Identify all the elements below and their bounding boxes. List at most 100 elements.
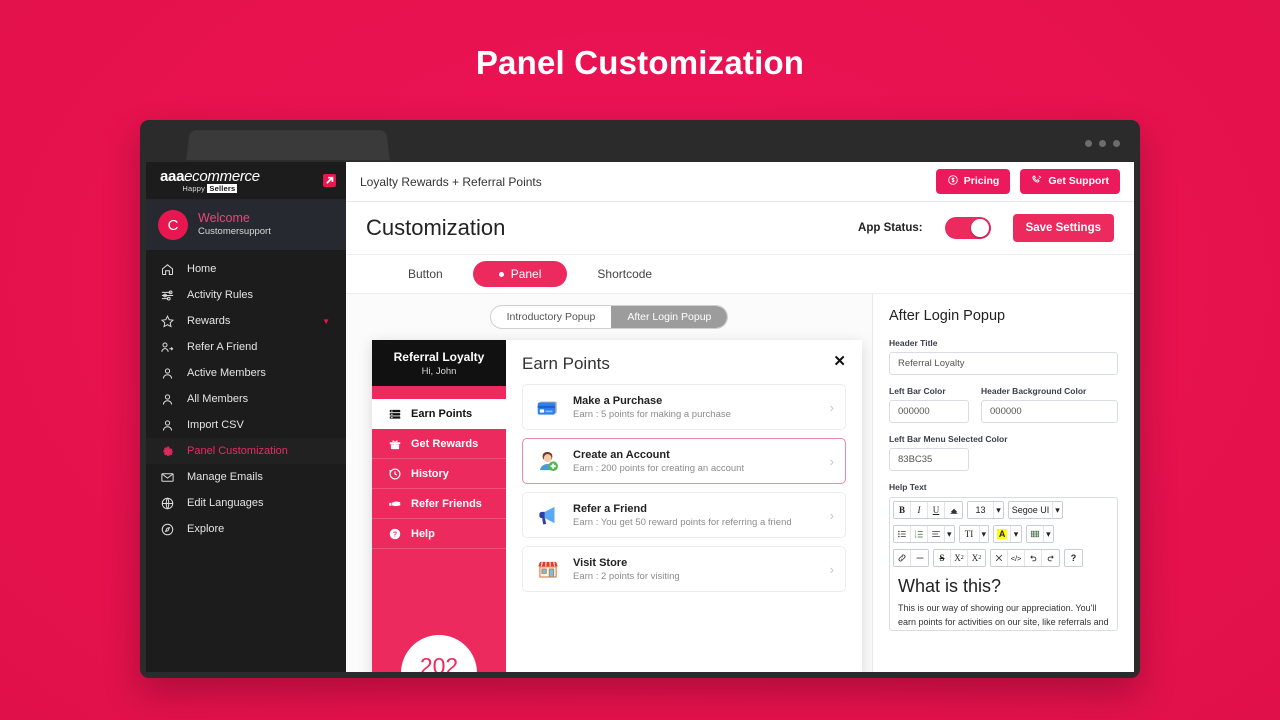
browser-window-controls[interactable] bbox=[1085, 140, 1120, 147]
sidebar-logo[interactable]: aaaecommerce Happy Sellers bbox=[146, 162, 346, 200]
sidebar-item-label: Edit Languages bbox=[187, 497, 264, 509]
chevron-right-icon: › bbox=[829, 453, 834, 469]
rich-text-editor: B I U 13 ▾ Segoe UI ▾ 1 2 3 ▾ TI ▾ A ▾ ▾… bbox=[889, 497, 1118, 631]
undo-icon[interactable] bbox=[1025, 550, 1042, 566]
save-settings-button[interactable]: Save Settings bbox=[1012, 214, 1114, 242]
sidebar-user-block[interactable]: C Welcome Customersupport bbox=[146, 200, 346, 250]
chevron-down-icon: ▾ bbox=[994, 502, 1003, 518]
align-icon[interactable] bbox=[928, 526, 945, 542]
editor-insert-group bbox=[893, 549, 929, 567]
editor-content[interactable]: What is this? This is our way of showing… bbox=[890, 570, 1117, 630]
header-bg-color-input[interactable]: 000000 bbox=[981, 400, 1118, 423]
close-icon[interactable]: ✕ bbox=[833, 354, 846, 369]
header-title-label: Header Title bbox=[889, 338, 938, 348]
sidebar-item-edit-languages[interactable]: Edit Languages bbox=[146, 490, 346, 516]
segment-after-login-popup[interactable]: After Login Popup bbox=[611, 306, 728, 328]
get-support-button[interactable]: Get Support bbox=[1020, 169, 1120, 194]
star-icon bbox=[160, 314, 175, 329]
chevron-down-icon[interactable]: ▼ bbox=[322, 317, 330, 326]
sidebar-item-rewards[interactable]: Rewards ▼ bbox=[146, 308, 346, 334]
clear-format-icon[interactable] bbox=[991, 550, 1008, 566]
sidebar-item-label: Activity Rules bbox=[187, 289, 254, 301]
popup-content-title: Earn Points bbox=[522, 354, 610, 373]
superscript-icon[interactable]: X2 bbox=[951, 550, 968, 566]
sidebar-item-label: Import CSV bbox=[187, 419, 244, 431]
browser-tab[interactable] bbox=[186, 130, 390, 161]
preview-column: Introductory Popup After Login Popup Ref… bbox=[346, 294, 872, 672]
toggle-knob bbox=[970, 219, 989, 237]
app-status-toggle[interactable] bbox=[944, 217, 991, 239]
text-color-button[interactable]: A bbox=[994, 526, 1012, 542]
coins-stack-icon bbox=[388, 407, 402, 421]
underline-button[interactable]: U bbox=[928, 502, 945, 518]
earn-card-title: Refer a Friend bbox=[573, 502, 647, 515]
redo-icon[interactable] bbox=[1042, 550, 1059, 566]
earn-card-make-a-purchase[interactable]: Make a Purchase Earn : 5 points for maki… bbox=[522, 384, 846, 430]
earn-card-subtitle: Earn : 200 points for creating an accoun… bbox=[573, 462, 745, 474]
popup-header-subtitle: Hi, John bbox=[421, 366, 457, 377]
sidebar-item-panel-customization[interactable]: Panel Customization bbox=[146, 438, 346, 464]
bold-button[interactable]: B bbox=[894, 502, 911, 518]
left-bar-color-group: Left Bar Color 000000 bbox=[889, 386, 969, 423]
horizontal-rule-icon[interactable] bbox=[911, 550, 928, 566]
font-color-picker[interactable]: A ▾ bbox=[993, 525, 1023, 543]
editor-help-group[interactable]: ? bbox=[1064, 549, 1083, 567]
earn-card-visit-store[interactable]: Visit Store Earn : 2 points for visiting… bbox=[522, 546, 846, 592]
highlight-a-label: A bbox=[996, 529, 1008, 539]
earn-card-subtitle: Earn : 5 points for making a purchase bbox=[573, 408, 731, 420]
app-name: Loyalty Rewards + Referral Points bbox=[360, 174, 542, 189]
chevron-down-icon: ▾ bbox=[945, 526, 954, 542]
left-bar-color-input[interactable]: 000000 bbox=[889, 400, 969, 423]
popup-menu-get-rewards[interactable]: Get Rewards bbox=[372, 429, 506, 459]
pricing-button[interactable]: Pricing bbox=[935, 169, 1011, 194]
link-icon[interactable] bbox=[894, 550, 911, 566]
font-size-select[interactable]: 13 ▾ bbox=[967, 501, 1004, 519]
page-banner-title: Panel Customization bbox=[475, 44, 805, 81]
sidebar-item-import-csv[interactable]: Import CSV bbox=[146, 412, 346, 438]
avatar: C bbox=[158, 210, 188, 240]
welcome-text: Welcome Customersupport bbox=[198, 211, 271, 238]
sidebar-item-refer-a-friend[interactable]: Refer A Friend bbox=[146, 334, 346, 360]
italic-button[interactable]: I bbox=[911, 502, 928, 518]
header-title-input[interactable]: Referral Loyalty bbox=[889, 352, 1118, 375]
popup-menu-history[interactable]: History bbox=[372, 459, 506, 489]
numbered-list-icon[interactable]: 123 bbox=[911, 526, 928, 542]
chevron-right-icon: › bbox=[829, 561, 834, 577]
tab-panel[interactable]: Panel bbox=[472, 261, 568, 287]
popup-menu-label: Help bbox=[411, 527, 435, 540]
source-code-icon[interactable]: </> bbox=[1008, 550, 1025, 566]
tab-shortcode[interactable]: Shortcode bbox=[575, 261, 674, 287]
earn-card-refer-a-friend[interactable]: Refer a Friend Earn : You get 50 reward … bbox=[522, 492, 846, 538]
popup-type-switcher-wrap: Introductory Popup After Login Popup bbox=[346, 294, 872, 329]
user-share-icon bbox=[160, 340, 175, 355]
logo-sellers: Sellers bbox=[207, 183, 238, 193]
earn-card-create-an-account[interactable]: Create an Account Earn : 200 points for … bbox=[522, 438, 846, 484]
help-icon[interactable]: ? bbox=[1065, 550, 1082, 566]
sidebar-item-activity-rules[interactable]: Activity Rules bbox=[146, 282, 346, 308]
popup-menu-refer-friends[interactable]: Refer Friends bbox=[372, 489, 506, 519]
external-link-icon[interactable] bbox=[323, 174, 336, 187]
sidebar-item-manage-emails[interactable]: Manage Emails bbox=[146, 464, 346, 490]
font-family-select[interactable]: Segoe UI ▾ bbox=[1008, 501, 1063, 519]
sidebar-item-active-members[interactable]: Active Members bbox=[146, 360, 346, 386]
bullet-list-icon[interactable] bbox=[894, 526, 911, 542]
strikethrough-icon[interactable]: S bbox=[934, 550, 951, 566]
segment-introductory-popup[interactable]: Introductory Popup bbox=[491, 306, 612, 328]
table-insert-group[interactable]: ▾ bbox=[1026, 525, 1054, 543]
text-format-select[interactable]: TI ▾ bbox=[958, 525, 990, 543]
eraser-icon[interactable] bbox=[945, 502, 962, 518]
popup-menu-help[interactable]: ? Help bbox=[372, 519, 506, 549]
settings-heading: After Login Popup bbox=[889, 308, 1006, 324]
editor-script-group: S X2 X2 bbox=[933, 549, 986, 567]
left-bar-menu-selected-input[interactable]: 83BC35 bbox=[889, 448, 969, 471]
table-icon[interactable] bbox=[1027, 526, 1045, 542]
color-picker-icon[interactable]: ▾ bbox=[1011, 526, 1022, 542]
help-text-group: Help Text B I U 13 ▾ Segoe UI ▾ 1 2 3 ▾ … bbox=[889, 482, 1118, 631]
sidebar-item-explore[interactable]: Explore bbox=[146, 516, 346, 542]
tab-button[interactable]: Button bbox=[386, 261, 465, 287]
popup-menu-earn-points[interactable]: Earn Points bbox=[372, 399, 506, 429]
subscript-icon[interactable]: X2 bbox=[968, 550, 985, 566]
popup-left-bar: Referral Loyalty Hi, John Earn Points Ge… bbox=[372, 340, 506, 672]
sidebar-item-home[interactable]: Home bbox=[146, 256, 346, 282]
sidebar-item-all-members[interactable]: All Members bbox=[146, 386, 346, 412]
